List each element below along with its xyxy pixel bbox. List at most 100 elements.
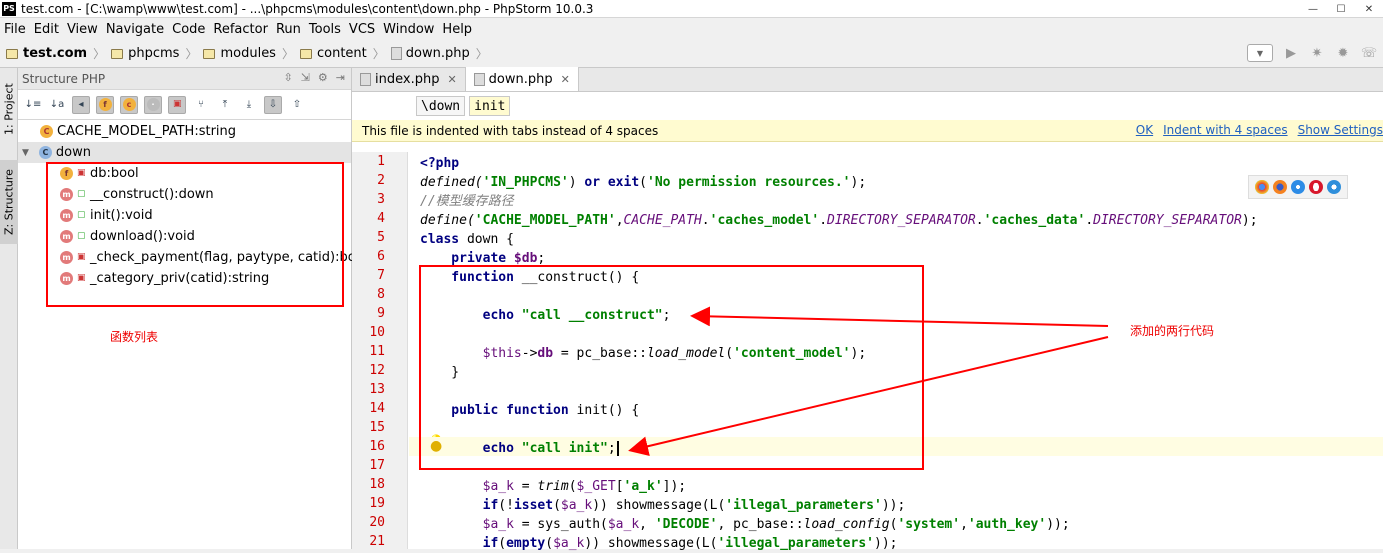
minimize-button[interactable]: — xyxy=(1299,0,1327,18)
class-icon: C xyxy=(38,146,52,159)
tab-index-php[interactable]: index.php ✕ xyxy=(352,67,466,91)
left-tool-strip: 1: Project Z: Structure xyxy=(0,68,18,549)
title-bar: PS test.com - [C:\wamp\www\test.com] - .… xyxy=(0,0,1383,18)
tab-down-php[interactable]: down.php ✕ xyxy=(465,67,579,91)
sort-alpha-icon[interactable]: ↓a xyxy=(48,96,66,114)
chrome-icon[interactable] xyxy=(1255,180,1269,194)
debug-icon[interactable]: ✷ xyxy=(1309,45,1325,61)
code-line: define('CACHE_MODEL_PATH',CACHE_PATH.'ca… xyxy=(420,213,1258,228)
collapse-icon[interactable]: ⤓ xyxy=(240,96,258,114)
collapse-all-icon[interactable]: ⇲ xyxy=(301,71,310,84)
line-number: 5 xyxy=(377,230,385,245)
menu-refactor[interactable]: Refactor xyxy=(209,22,272,37)
listen-debug-icon[interactable]: ☏ xyxy=(1361,45,1377,61)
code-line: if(empty($a_k)) showmessage(L('illegal_p… xyxy=(420,536,898,551)
line-number: 16 xyxy=(369,439,385,454)
line-number: 8 xyxy=(377,287,385,302)
run-icon[interactable]: ▶ xyxy=(1283,45,1299,61)
firefox-icon[interactable] xyxy=(1273,180,1287,194)
menu-vcs[interactable]: VCS xyxy=(345,22,379,37)
notice-text: This file is indented with tabs instead … xyxy=(362,123,659,138)
indent-4-spaces-link[interactable]: Indent with 4 spaces xyxy=(1163,123,1287,137)
ok-link[interactable]: OK xyxy=(1136,123,1153,137)
breadcrumb-phpcms[interactable]: phpcms 〉 xyxy=(111,45,197,62)
line-number: 6 xyxy=(377,249,385,264)
line-number: 3 xyxy=(377,192,385,207)
window-title: test.com - [C:\wamp\www\test.com] - ...\… xyxy=(21,1,594,16)
line-number: 7 xyxy=(377,268,385,283)
run-config-dropdown[interactable]: ▼ xyxy=(1247,44,1273,62)
structure-class[interactable]: ▼ C down xyxy=(18,142,351,163)
line-number: 2 xyxy=(377,173,385,188)
line-number: 20 xyxy=(369,515,385,530)
menu-run[interactable]: Run xyxy=(272,22,305,37)
php-file-icon xyxy=(473,72,485,86)
show-settings-link[interactable]: Show Settings xyxy=(1298,123,1383,137)
annotation-box-code xyxy=(419,265,924,470)
opera-icon[interactable] xyxy=(1309,180,1323,194)
close-button[interactable]: ✕ xyxy=(1355,0,1383,18)
menu-code[interactable]: Code xyxy=(168,22,209,37)
menu-view[interactable]: View xyxy=(63,22,102,37)
code-line: $a_k = sys_auth($a_k, 'DECODE', pc_base:… xyxy=(420,517,1070,532)
line-number: 9 xyxy=(377,306,385,321)
line-number: 17 xyxy=(369,458,385,473)
ie-icon[interactable] xyxy=(1327,180,1341,194)
breadcrumb-project[interactable]: test.com 〉 xyxy=(6,45,105,62)
code-line: defined('IN_PHPCMS') or exit('No permiss… xyxy=(420,175,867,190)
structure-toolbar: ↓≡ ↓a ◂ f c · ▣ ⑂ ⤒ ⤓ ⇩ ⇧ xyxy=(18,90,351,120)
coverage-icon[interactable]: ✹ xyxy=(1335,45,1351,61)
folder-icon xyxy=(299,48,312,59)
gear-icon[interactable]: ⚙ xyxy=(318,71,328,84)
breadcrumb-content[interactable]: content 〉 xyxy=(299,45,385,62)
menu-bar: File Edit View Navigate Code Refactor Ru… xyxy=(0,18,1383,40)
folder-icon xyxy=(6,48,18,59)
menu-navigate[interactable]: Navigate xyxy=(102,22,168,37)
navigation-bar: test.com 〉 phpcms 〉 modules 〉 content 〉 down… xyxy=(0,40,1383,68)
menu-help[interactable]: Help xyxy=(438,22,476,37)
indent-notice: This file is indented with tabs instead … xyxy=(352,120,1383,142)
menu-tools[interactable]: Tools xyxy=(305,22,345,37)
line-gutter: 1 2 3 4 5 6 7 8 9 10 11 12 13 14 15 16 1… xyxy=(352,152,444,549)
editor-breadcrumb: \down init xyxy=(352,92,1383,120)
structure-constant[interactable]: C CACHE_MODEL_PATH:string xyxy=(40,121,236,142)
line-number: 1 xyxy=(377,154,385,169)
show-methods-icon[interactable]: · xyxy=(144,95,162,114)
php-file-icon xyxy=(360,72,371,86)
code-line: $a_k = trim($_GET['a_k']); xyxy=(420,479,687,494)
annotation-box-functions xyxy=(46,162,344,307)
breadcrumb-modules[interactable]: modules 〉 xyxy=(203,45,294,62)
autoscroll-from-source-icon[interactable]: ⇧ xyxy=(288,96,306,114)
close-icon[interactable]: ✕ xyxy=(561,73,570,86)
hide-icon[interactable]: ⇥ xyxy=(336,71,345,84)
expand-arrow-icon[interactable]: ▼ xyxy=(22,148,29,158)
safari-icon[interactable] xyxy=(1291,180,1305,194)
line-number: 15 xyxy=(369,420,385,435)
breadcrumb-file[interactable]: down.php 〉 xyxy=(390,45,488,62)
code-line: class down { xyxy=(420,232,514,247)
show-fields-icon[interactable]: f xyxy=(96,95,114,114)
phpstorm-logo-icon: PS xyxy=(2,1,16,16)
show-constants-icon[interactable]: c xyxy=(120,95,138,114)
autoscroll-to-source-icon[interactable]: ⇩ xyxy=(264,95,282,114)
annotation-function-list: 函数列表 xyxy=(110,330,159,344)
menu-window[interactable]: Window xyxy=(379,22,438,37)
expand-all-icon[interactable]: ⇳ xyxy=(283,71,292,84)
menu-file[interactable]: File xyxy=(0,22,30,37)
crumb-class[interactable]: \down xyxy=(416,96,466,116)
maximize-button[interactable]: ☐ xyxy=(1327,0,1355,18)
browser-preview-bar xyxy=(1248,175,1348,199)
close-icon[interactable]: ✕ xyxy=(447,73,456,86)
sort-visibility-icon[interactable]: ↓≡ xyxy=(24,96,42,114)
group-icon[interactable]: ⑂ xyxy=(192,96,210,114)
crumb-method[interactable]: init xyxy=(469,96,511,116)
menu-edit[interactable]: Edit xyxy=(30,22,63,37)
tab-project[interactable]: 1: Project xyxy=(0,74,18,144)
tab-structure[interactable]: Z: Structure xyxy=(0,160,18,244)
show-inherited-icon[interactable]: ◂ xyxy=(72,95,90,114)
structure-title: Structure PHP xyxy=(22,71,106,86)
expand-icon[interactable]: ⤒ xyxy=(216,96,234,114)
line-number: 18 xyxy=(369,477,385,492)
folder-icon xyxy=(111,48,124,59)
show-non-public-icon[interactable]: ▣ xyxy=(168,95,186,114)
